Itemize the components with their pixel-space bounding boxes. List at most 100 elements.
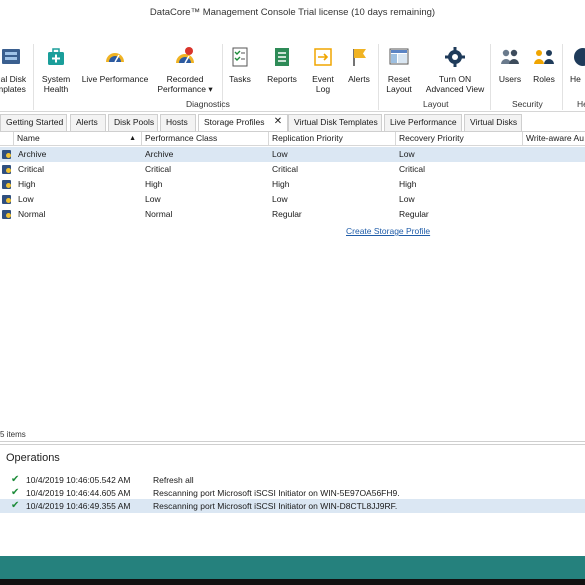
help-icon bbox=[574, 48, 585, 66]
ribbon-label: Users bbox=[498, 74, 522, 84]
ribbon-label: System Health bbox=[41, 74, 71, 94]
ribbon-group-layout: Layout bbox=[423, 99, 449, 109]
alerts-button[interactable]: Alerts bbox=[344, 46, 374, 102]
recorded-performance-button[interactable]: Recorded Performance ▾ bbox=[152, 46, 218, 102]
ribbon-label: Roles bbox=[533, 74, 555, 84]
column-header-label: Name bbox=[17, 133, 40, 143]
taskbar-strip bbox=[0, 579, 585, 585]
operation-row[interactable]: ✔ 10/4/2019 10:46:49.355 AM Rescanning p… bbox=[0, 499, 585, 513]
operations-title: Operations bbox=[6, 452, 60, 464]
cell-replication-priority: High bbox=[272, 179, 290, 189]
cell-recovery-priority: Regular bbox=[399, 209, 429, 219]
advanced-view-button[interactable]: Turn ON Advanced View bbox=[424, 46, 486, 102]
cell-name: Low bbox=[18, 194, 34, 204]
cell-replication-priority: Low bbox=[272, 149, 288, 159]
tab-label: Storage Profiles bbox=[204, 117, 265, 127]
operation-row[interactable]: ✔ 10/4/2019 10:46:05.542 AM Refresh all bbox=[0, 473, 585, 487]
cell-replication-priority: Regular bbox=[272, 209, 302, 219]
cell-replication-priority: Critical bbox=[272, 164, 298, 174]
sort-ascending-icon: ▲ bbox=[129, 135, 136, 142]
ribbon-label: Reports bbox=[267, 74, 297, 84]
tab-hosts[interactable]: Hosts bbox=[160, 114, 196, 131]
tab-alerts[interactable]: Alerts bbox=[70, 114, 106, 131]
ribbon-group-help: He bbox=[577, 99, 585, 109]
ribbon-label: Tasks bbox=[229, 74, 251, 84]
column-header-replication-priority[interactable]: Replication Priority bbox=[269, 132, 396, 146]
window-title: DataCore™ Management Console Trial licen… bbox=[149, 7, 436, 18]
ribbon-group-diagnostics: Diagnostics bbox=[186, 99, 230, 109]
column-header-write-aware[interactable]: Write-aware Au bbox=[523, 132, 585, 146]
ribbon-label: He bbox=[570, 74, 581, 84]
cell-name: High bbox=[18, 179, 36, 189]
tab-virtual-disk-templates[interactable]: Virtual Disk Templates bbox=[288, 114, 382, 131]
table-row[interactable]: High High High High bbox=[0, 177, 585, 192]
live-performance-button[interactable]: Live Performance bbox=[80, 46, 150, 102]
ribbon-separator bbox=[490, 44, 491, 110]
ribbon-label: Turn ON Advanced View bbox=[425, 74, 485, 94]
column-header-recovery-priority[interactable]: Recovery Priority bbox=[396, 132, 523, 146]
roles-icon bbox=[534, 50, 554, 64]
success-check-icon: ✔ bbox=[11, 474, 20, 485]
storage-profile-icon bbox=[2, 150, 11, 159]
success-check-icon: ✔ bbox=[11, 487, 20, 498]
ribbon-label: Recorded Performance ▾ bbox=[157, 74, 213, 94]
table-row[interactable]: Archive Archive Low Low bbox=[0, 147, 585, 162]
ribbon-label: Live Performance bbox=[81, 74, 149, 84]
ribbon-label: Event Log bbox=[312, 74, 334, 94]
ribbon-group-security: Security bbox=[512, 99, 543, 109]
operation-message: Refresh all bbox=[153, 475, 194, 485]
success-check-icon: ✔ bbox=[11, 500, 20, 511]
operation-time: 10/4/2019 10:46:49.355 AM bbox=[26, 501, 131, 511]
storage-profiles-grid: Name ▲ Performance Class Replication Pri… bbox=[0, 131, 585, 431]
cell-performance-class: Archive bbox=[145, 149, 174, 159]
cell-performance-class: Normal bbox=[145, 209, 173, 219]
title-bar: DataCore™ Management Console Trial licen… bbox=[0, 0, 585, 26]
cell-performance-class: Critical bbox=[145, 164, 171, 174]
help-button[interactable]: He bbox=[570, 46, 585, 102]
ribbon-separator bbox=[378, 44, 379, 110]
operation-row[interactable]: ✔ 10/4/2019 10:46:44.605 AM Rescanning p… bbox=[0, 486, 585, 500]
cell-name: Archive bbox=[18, 149, 47, 159]
ribbon-label: ual Disk mplates bbox=[0, 74, 27, 94]
pane-divider[interactable] bbox=[0, 441, 585, 442]
ribbon-separator bbox=[562, 44, 563, 110]
table-row[interactable]: Low Low Low Low bbox=[0, 192, 585, 207]
ribbon-separator bbox=[33, 44, 34, 110]
table-row[interactable]: Normal Normal Regular Regular bbox=[0, 207, 585, 222]
event-log-icon bbox=[314, 48, 332, 66]
create-storage-profile-link[interactable]: Create Storage Profile bbox=[346, 226, 430, 236]
live-performance-icon bbox=[106, 53, 124, 63]
tasks-icon bbox=[232, 47, 248, 67]
item-count: 5 items bbox=[0, 430, 26, 439]
ribbon-toolbar: ual Disk mplates System Health Live Perf… bbox=[0, 40, 585, 112]
operation-message: Rescanning port Microsoft iSCSI Initiato… bbox=[153, 488, 400, 498]
status-bar bbox=[0, 556, 585, 579]
storage-profile-icon bbox=[2, 195, 11, 204]
ribbon-label: Alerts bbox=[348, 74, 370, 84]
cell-recovery-priority: Low bbox=[399, 149, 415, 159]
roles-button[interactable]: Roles bbox=[530, 46, 558, 102]
tab-disk-pools[interactable]: Disk Pools bbox=[108, 114, 158, 131]
system-health-button[interactable]: System Health bbox=[38, 46, 74, 102]
users-button[interactable]: Users bbox=[496, 46, 524, 102]
column-header-icon[interactable] bbox=[0, 132, 14, 146]
column-header-performance-class[interactable]: Performance Class bbox=[142, 132, 269, 146]
tab-virtual-disks[interactable]: Virtual Disks bbox=[464, 114, 522, 131]
tab-getting-started[interactable]: Getting Started bbox=[0, 114, 67, 131]
event-log-button[interactable]: Event Log bbox=[308, 46, 338, 102]
reports-button[interactable]: Reports bbox=[264, 46, 300, 102]
system-health-icon bbox=[48, 48, 64, 65]
close-tab-icon[interactable]: ✕ bbox=[272, 115, 284, 129]
tasks-button[interactable]: Tasks bbox=[226, 46, 254, 102]
cell-name: Critical bbox=[18, 164, 44, 174]
cell-replication-priority: Low bbox=[272, 194, 288, 204]
cell-recovery-priority: High bbox=[399, 179, 417, 189]
virtual-disk-templates-button[interactable]: ual Disk mplates bbox=[0, 46, 28, 102]
reset-layout-button[interactable]: Reset Layout bbox=[384, 46, 414, 102]
tab-live-performance[interactable]: Live Performance bbox=[384, 114, 462, 131]
operation-message: Rescanning port Microsoft iSCSI Initiato… bbox=[153, 501, 398, 511]
table-row[interactable]: Critical Critical Critical Critical bbox=[0, 162, 585, 177]
column-header-name[interactable]: Name ▲ bbox=[14, 132, 142, 146]
virtual-disk-templates-icon bbox=[2, 49, 20, 64]
storage-profile-icon bbox=[2, 210, 11, 219]
